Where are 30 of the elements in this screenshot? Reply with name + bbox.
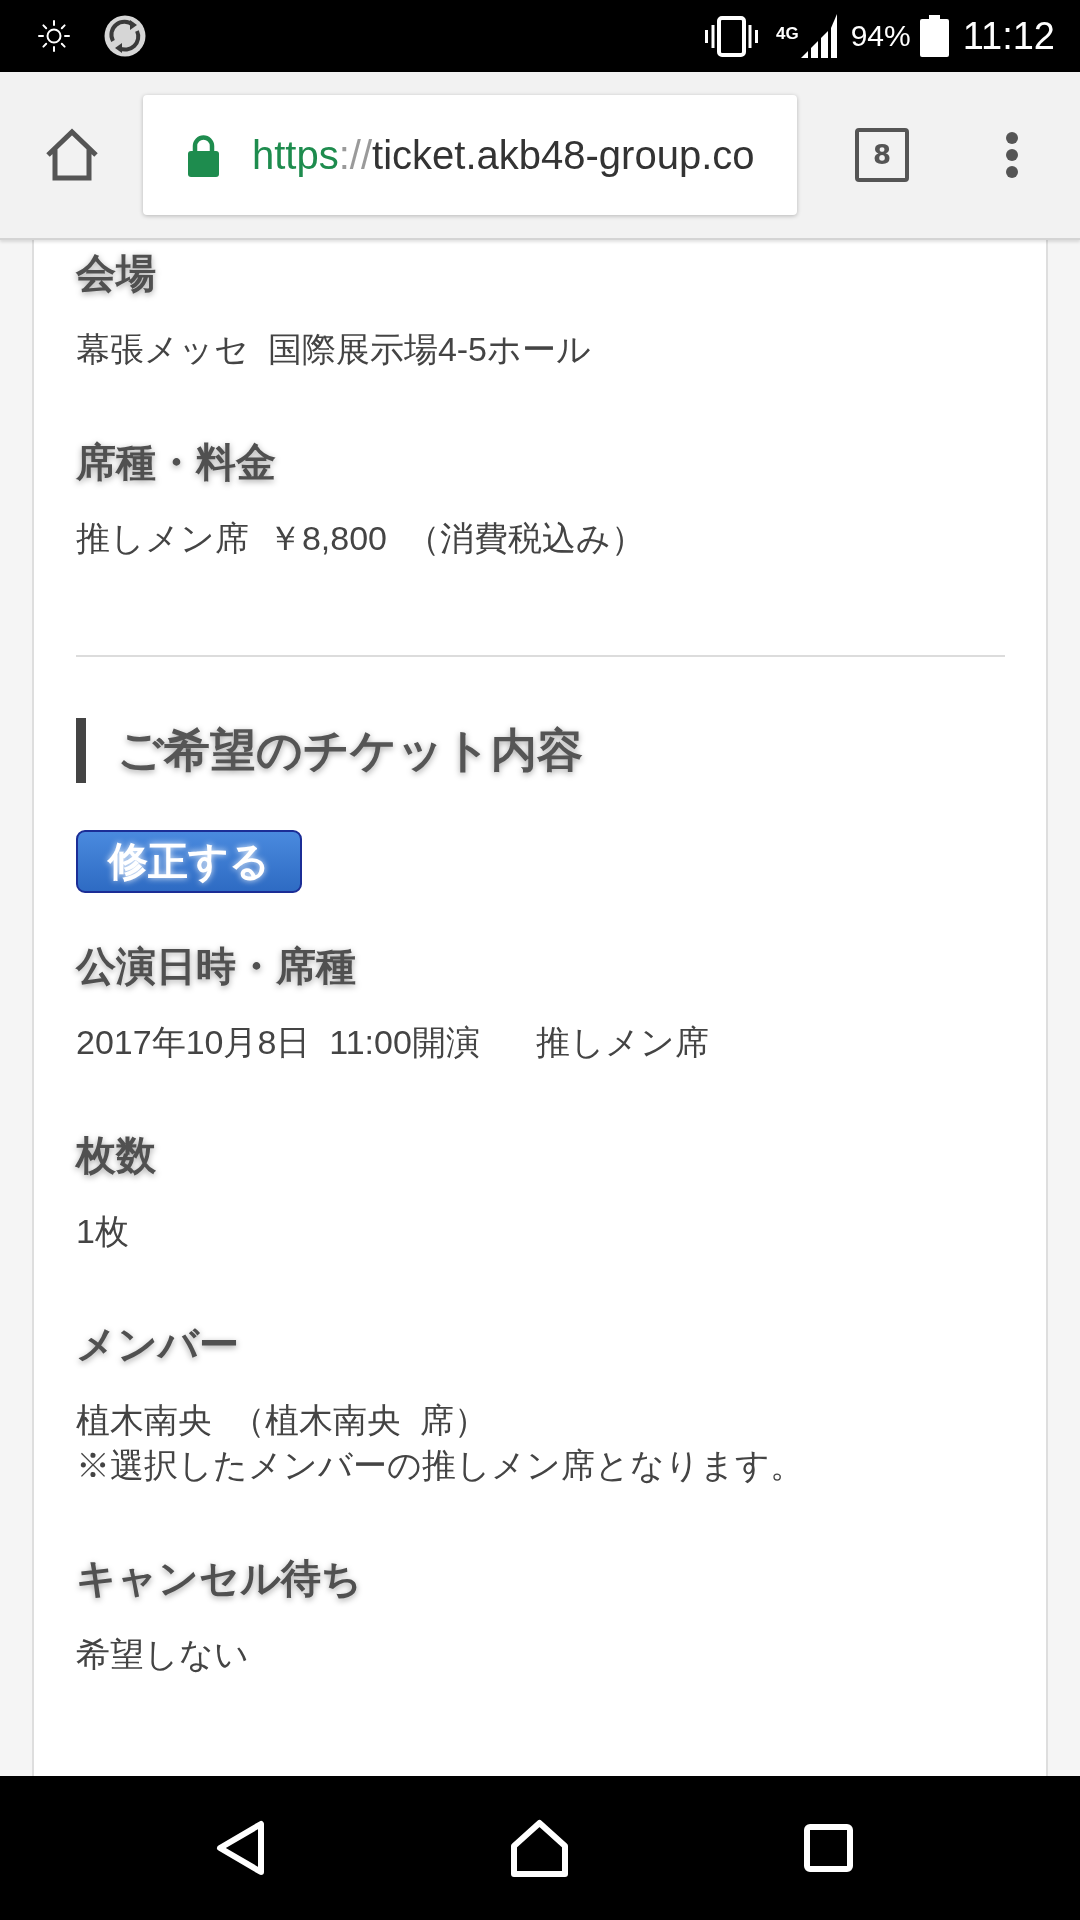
address-bar[interactable]: https://ticket.akb48-group.co (143, 95, 797, 215)
edit-button[interactable]: 修正する (76, 830, 302, 893)
field-value: 2017年10月8日 11:00開演 推しメン席 (76, 1022, 710, 1063)
vibrate-icon (704, 15, 759, 57)
network-type-label: 4G (776, 24, 799, 44)
field-label: 席種・料金 (76, 439, 276, 486)
tab-switcher-button[interactable]: 8 (855, 128, 909, 182)
section-title: ご希望のチケット内容 (76, 718, 583, 783)
menu-icon[interactable] (1005, 132, 1019, 178)
field-value: 植木南央 （植木南央 席） (76, 1400, 488, 1441)
field-label: 枚数 (76, 1132, 156, 1179)
field-label: キャンセル待ち (76, 1555, 362, 1602)
back-icon[interactable] (215, 1820, 265, 1876)
field-value: ※選択したメンバーの推しメン席となります。 (76, 1445, 804, 1486)
field-value: 推しメン席 ￥8,800 （消費税込み） (76, 518, 645, 559)
battery-percent: 94% (850, 19, 911, 53)
field-label: メンバー (76, 1321, 239, 1368)
field-label: 公演日時・席種 (76, 943, 356, 990)
home-icon[interactable] (45, 128, 99, 182)
clock: 11:12 (962, 14, 1055, 58)
recents-icon[interactable] (804, 1824, 853, 1872)
url-text: https://ticket.akb48-group.co (252, 132, 755, 178)
field-value: 希望しない (76, 1634, 249, 1675)
field-value: 幕張メッセ 国際展示場4-5ホール (76, 329, 592, 370)
brightness-icon (38, 20, 70, 52)
signal-icon (800, 14, 837, 58)
battery-icon (919, 15, 949, 57)
lock-icon (187, 133, 220, 177)
field-value: 1枚 (76, 1211, 129, 1252)
field-label: 会場 (76, 250, 156, 297)
